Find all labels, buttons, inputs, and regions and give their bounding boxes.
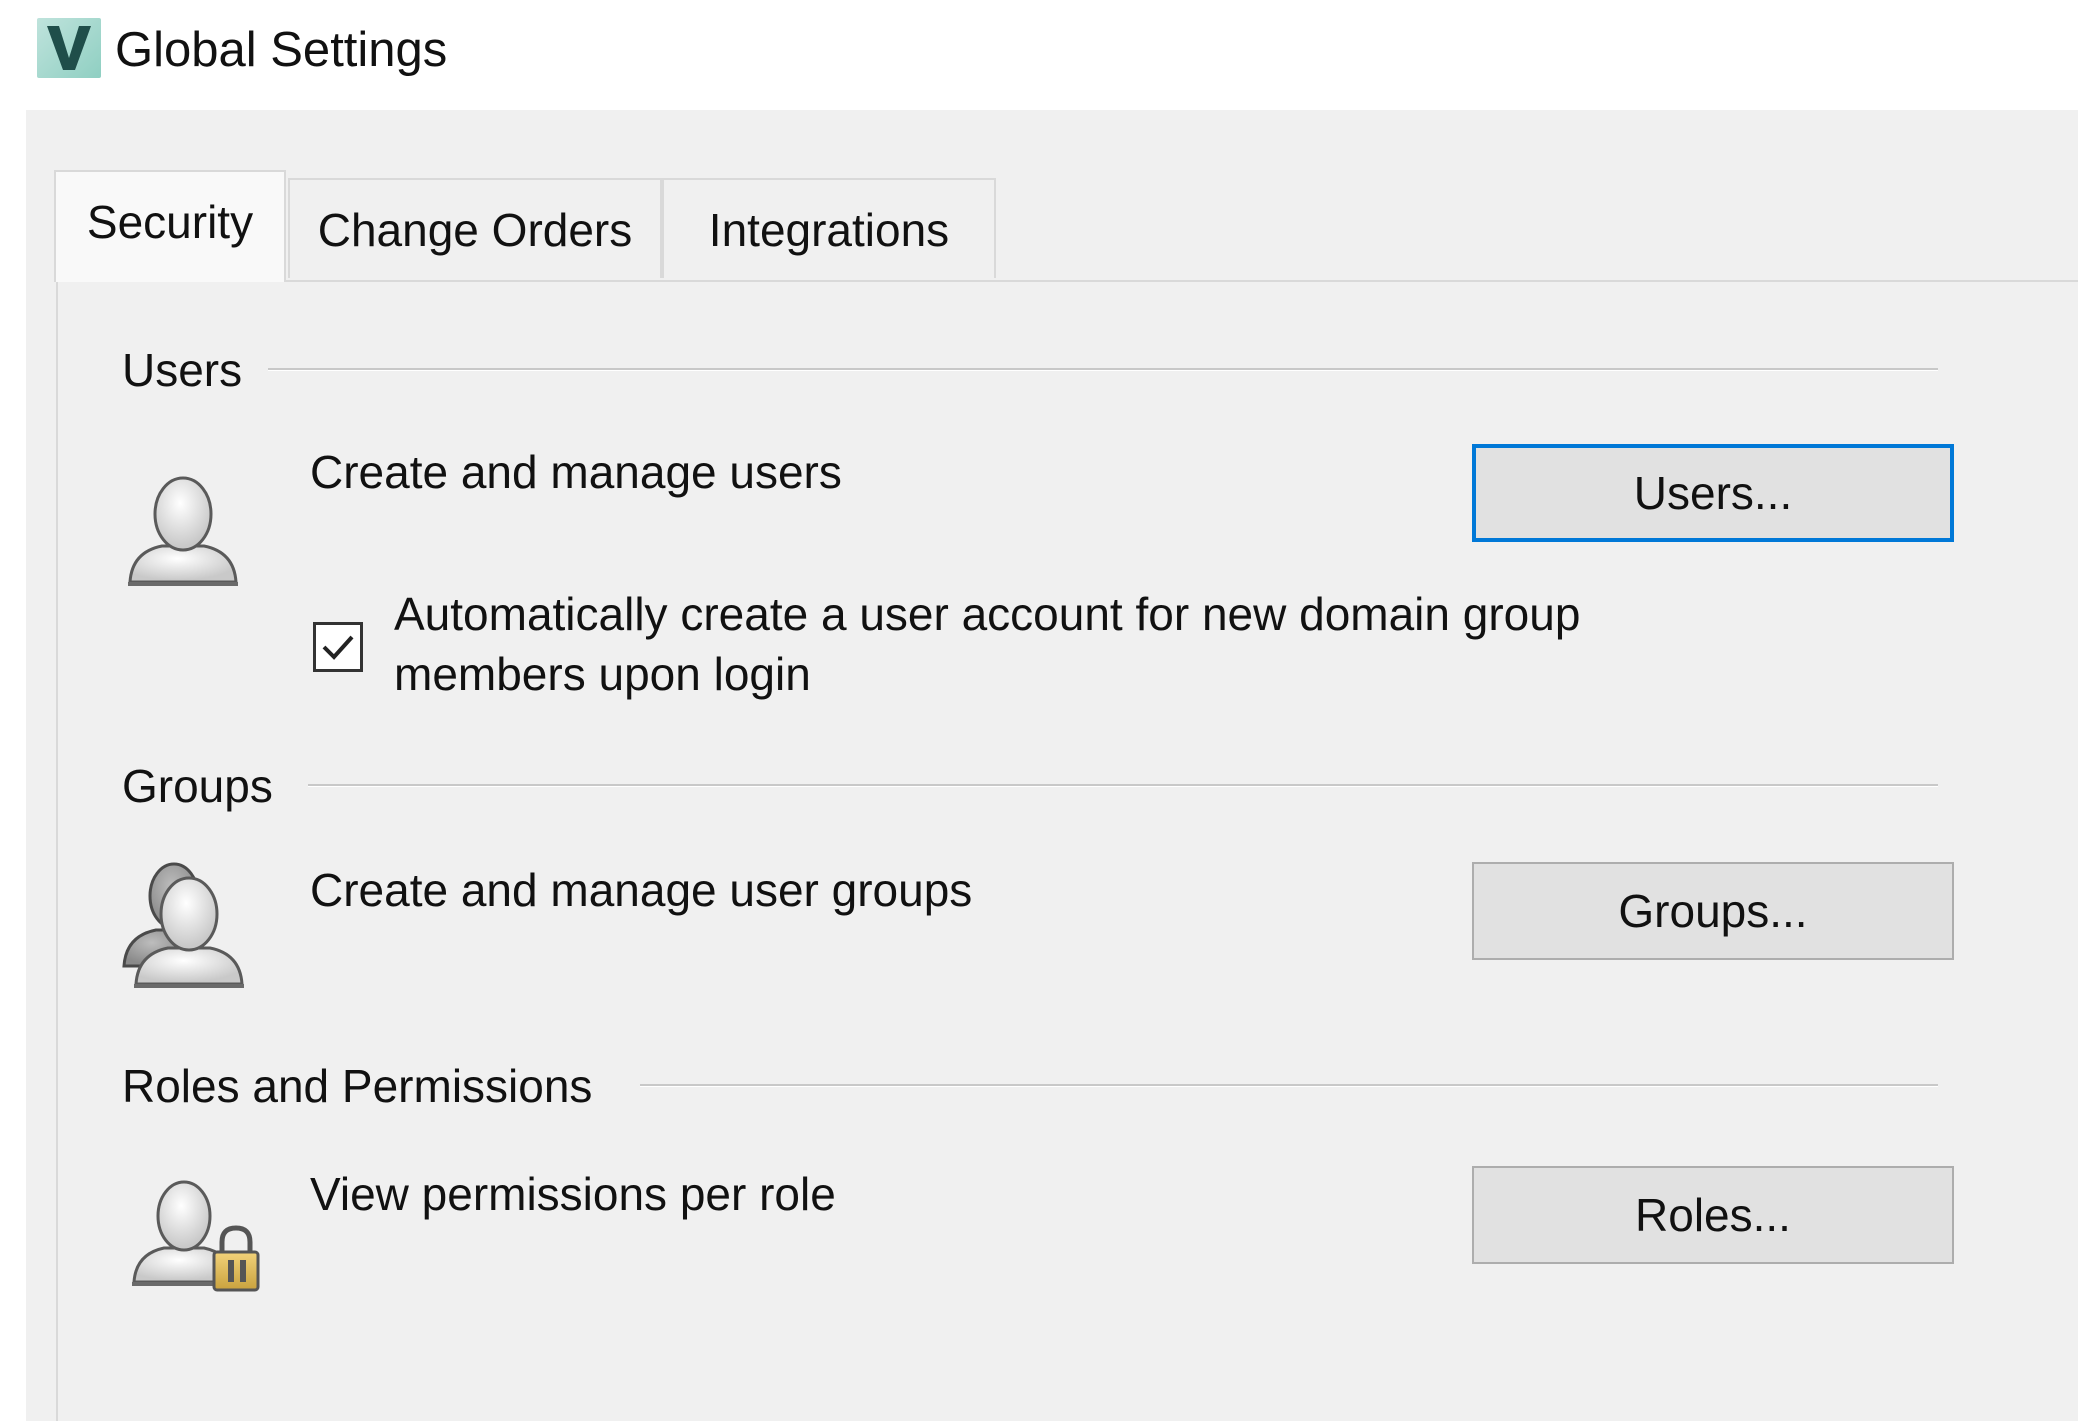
users-section-divider (268, 368, 1938, 371)
tab-change-orders[interactable]: Change Orders (288, 178, 662, 278)
groups-section-header: Groups (122, 760, 273, 812)
groups-description: Create and manage user groups (310, 864, 973, 916)
roles-section-header: Roles and Permissions (122, 1060, 593, 1112)
groups-section-divider (308, 784, 1938, 787)
tab-security[interactable]: Security (54, 170, 286, 282)
users-section-header: Users (122, 344, 243, 396)
title-bar: Global Settings (0, 0, 2078, 110)
roles-description: View permissions per role (310, 1168, 836, 1220)
roles-button[interactable]: Roles... (1472, 1166, 1954, 1264)
user-group-icon (116, 856, 266, 1001)
user-icon (118, 462, 248, 597)
users-description: Create and manage users (310, 446, 842, 498)
window-title: Global Settings (115, 23, 448, 77)
auto-create-account-label[interactable]: Automatically create a user account for … (394, 584, 1774, 704)
roles-section-divider (640, 1084, 1938, 1087)
tab-integrations[interactable]: Integrations (662, 178, 996, 278)
user-lock-icon (124, 1162, 274, 1307)
auto-create-account-checkbox[interactable] (313, 622, 363, 672)
users-button[interactable]: Users... (1472, 444, 1954, 542)
dialog-body: Security Change Orders Integrations User… (26, 110, 2078, 1421)
app-logo-icon (37, 18, 101, 78)
security-tab-panel: Users Create and manage users Users... A… (56, 280, 2078, 1421)
global-settings-window: Global Settings Security Change Orders I… (0, 0, 2078, 1421)
groups-button[interactable]: Groups... (1472, 862, 1954, 960)
